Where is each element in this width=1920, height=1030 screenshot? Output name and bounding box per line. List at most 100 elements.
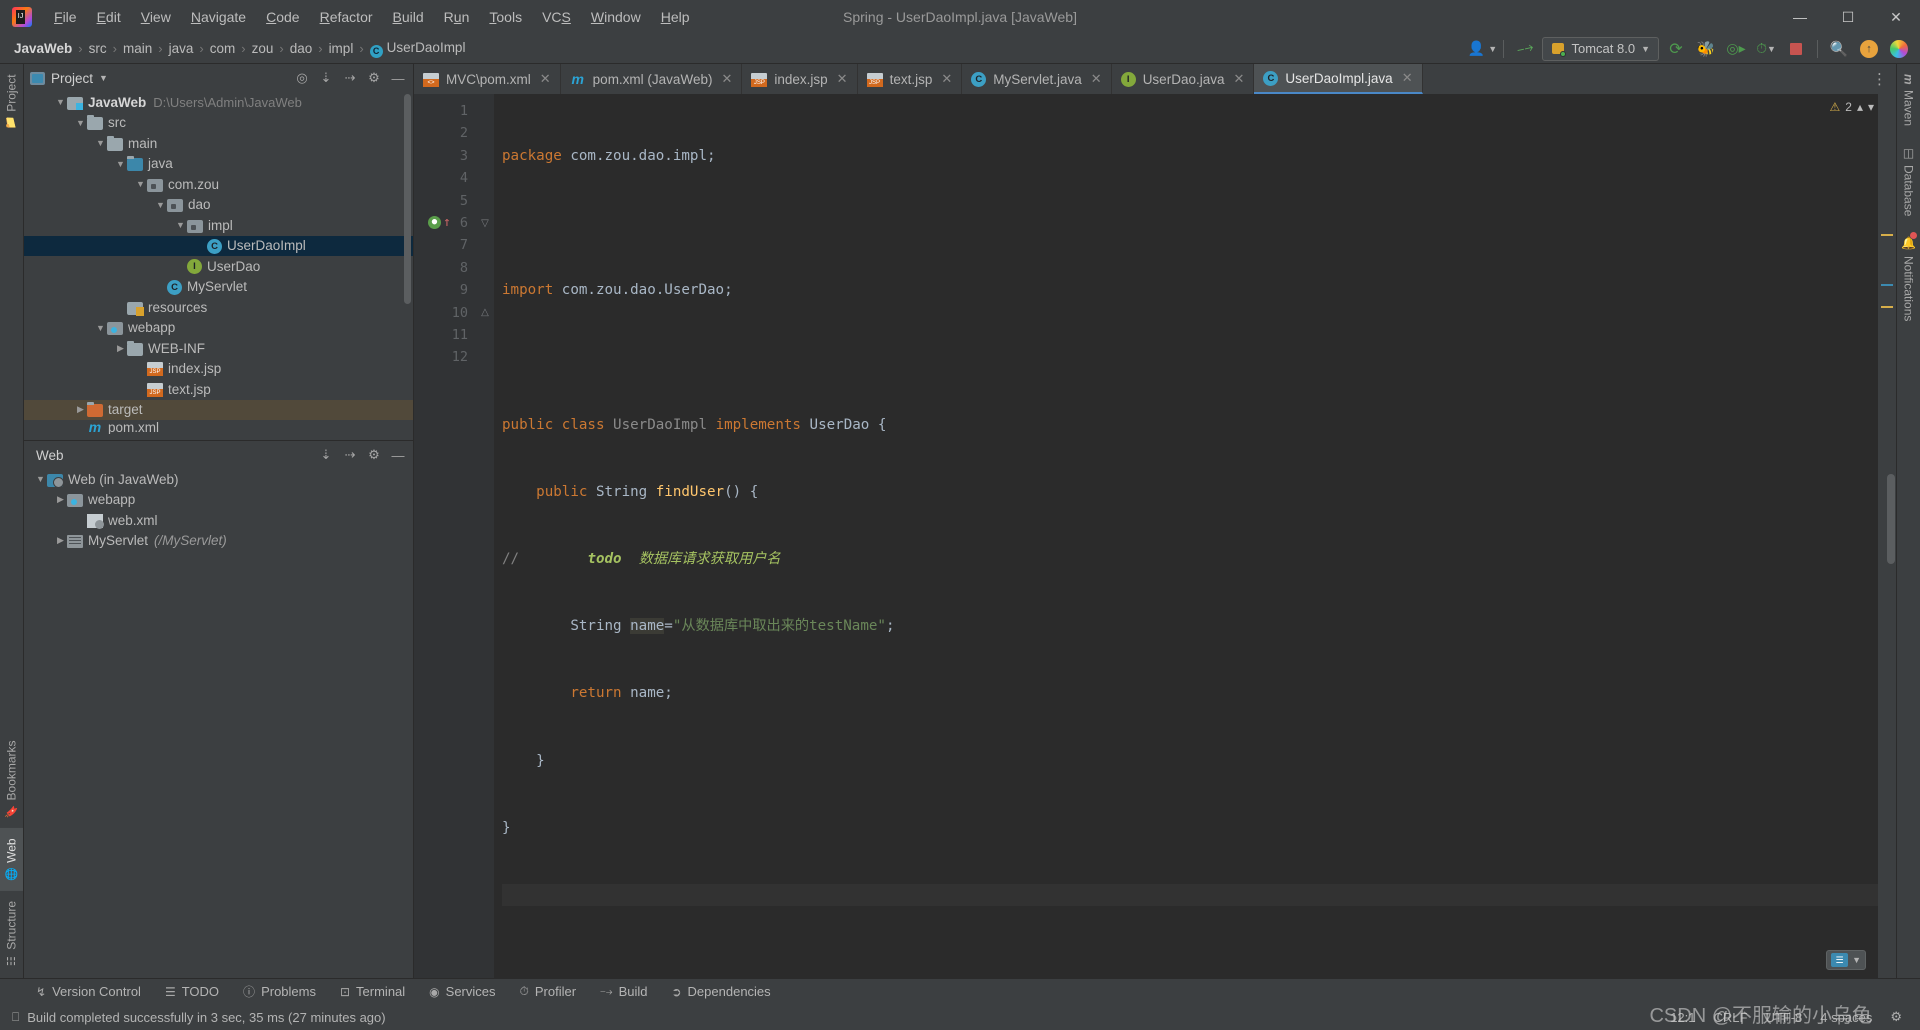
sidebar-item-maven[interactable]: m Maven	[1897, 64, 1920, 136]
tree-row-userdao[interactable]: I UserDao	[24, 256, 413, 277]
tab-myservlet-java[interactable]: C MyServlet.java ✕	[962, 64, 1112, 94]
chevron-right-icon[interactable]: ▶	[114, 343, 127, 354]
sidebar-item-project[interactable]: 📁 Project	[0, 64, 23, 140]
chevron-down-icon[interactable]: ▼	[1852, 955, 1861, 965]
close-icon[interactable]: ✕	[941, 71, 952, 87]
project-tree-scrollbar[interactable]	[404, 94, 411, 304]
menu-file[interactable]: File	[44, 5, 87, 29]
settings-gear-icon[interactable]: ⚙	[365, 70, 383, 86]
update-icon[interactable]: ↑	[1856, 37, 1882, 61]
chevron-down-icon[interactable]: ▼	[114, 159, 127, 169]
breadcrumb-item-zou[interactable]: zou	[248, 39, 278, 58]
inspection-widget[interactable]: ⚠ 2 ▴ ▾	[1829, 100, 1874, 114]
expand-all-icon[interactable]: ⇣	[317, 70, 335, 86]
tree-row-web-webapp[interactable]: ▶ webapp	[24, 490, 413, 511]
run-method-icon[interactable]: ●	[428, 215, 441, 229]
chevron-right-icon[interactable]: ▶	[74, 404, 87, 415]
bottom-button-profiler[interactable]: ⏱ Profiler	[508, 981, 589, 1002]
close-icon[interactable]: ✕	[1091, 71, 1102, 87]
bottom-button-services[interactable]: ◉ Services	[417, 981, 507, 1002]
bottom-button-todo[interactable]: ☰ TODO	[153, 981, 231, 1002]
editor-fold-gutter[interactable]: ▽ △	[476, 94, 494, 978]
tree-row-web-xml[interactable]: web.xml	[24, 510, 413, 531]
bottom-button-build[interactable]: ⤍ Build	[588, 981, 659, 1002]
bottom-button-problems[interactable]: ⓘ Problems	[231, 980, 328, 1003]
tree-row-web-myservlet[interactable]: ▶ MyServlet (/MyServlet)	[24, 531, 413, 552]
tree-row-text-jsp[interactable]: text.jsp	[24, 379, 413, 400]
tree-row-java[interactable]: ▼ java	[24, 154, 413, 175]
tab-pom-xml-javaweb[interactable]: m pom.xml (JavaWeb) ✕	[561, 64, 743, 94]
bottom-button-dependencies[interactable]: ➲ Dependencies	[659, 981, 782, 1002]
tree-row-target[interactable]: ▶ target	[24, 399, 413, 420]
chevron-down-icon[interactable]: ▾	[1868, 100, 1874, 114]
select-opened-file-icon[interactable]: ◎	[293, 70, 311, 86]
sidebar-item-bookmarks[interactable]: 🔖 Bookmarks	[0, 730, 23, 828]
tree-row-resources[interactable]: resources	[24, 297, 413, 318]
tree-row-webapp[interactable]: ▼ webapp	[24, 318, 413, 339]
chevron-down-icon[interactable]: ▼	[94, 323, 107, 333]
menu-run[interactable]: Run	[434, 5, 480, 29]
web-tree[interactable]: ▼ Web (in JavaWeb) ▶ webapp web.xml ▶ My…	[24, 469, 413, 978]
implementing-method-icon[interactable]: ↑	[443, 215, 451, 230]
menu-navigate[interactable]: Navigate	[181, 5, 256, 29]
breadcrumb-item-dao[interactable]: dao	[286, 39, 317, 58]
close-icon[interactable]: ✕	[540, 71, 551, 87]
menu-code[interactable]: Code	[256, 5, 309, 29]
tree-row-javaweb[interactable]: ▼ JavaWeb D:\Users\Admin\JavaWeb	[24, 92, 413, 113]
sidebar-item-database[interactable]: ◫ Database	[1897, 136, 1920, 226]
menu-edit[interactable]: Edit	[87, 5, 131, 29]
project-tree[interactable]: ▼ JavaWeb D:\Users\Admin\JavaWeb ▼ src ▼…	[24, 92, 413, 440]
tree-row-dao[interactable]: ▼ dao	[24, 195, 413, 216]
chevron-right-icon[interactable]: ▶	[54, 494, 67, 505]
profiler-icon[interactable]: ⏱ ▼	[1753, 37, 1779, 61]
sidebar-item-structure[interactable]: ☷ Structure	[0, 891, 23, 978]
settings-gear-icon[interactable]: ⚙	[365, 447, 383, 463]
editor-gutter[interactable]: 1 2 3 4 5 ● ↑ 6 7 8 9 10 11 12	[414, 94, 476, 978]
caret-position[interactable]: 12:1	[1670, 1010, 1695, 1025]
chevron-down-icon[interactable]: ▼	[54, 97, 67, 107]
menu-refactor[interactable]: Refactor	[310, 5, 383, 29]
tree-row-src[interactable]: ▼ src	[24, 113, 413, 134]
menu-view[interactable]: View	[131, 5, 181, 29]
menu-tools[interactable]: Tools	[479, 5, 532, 29]
menu-window[interactable]: Window	[581, 5, 651, 29]
run-configuration-selector[interactable]: Tomcat 8.0 ▼	[1542, 36, 1659, 61]
file-encoding[interactable]: UTF-8	[1765, 1010, 1802, 1025]
breadcrumb-item-com[interactable]: com	[206, 39, 240, 58]
menu-vcs[interactable]: VCS	[532, 5, 581, 29]
sidebar-item-notifications[interactable]: 🔔 Notifications	[1897, 226, 1920, 331]
tab-userdaoimpl-java[interactable]: C UserDaoImpl.java ✕	[1254, 64, 1423, 94]
chevron-down-icon[interactable]: ▼	[99, 73, 108, 83]
maximize-icon[interactable]: ☐	[1824, 0, 1872, 34]
close-icon[interactable]: ✕	[1402, 70, 1413, 86]
chevron-down-icon[interactable]: ▼	[174, 220, 187, 230]
tab-userdao-java[interactable]: I UserDao.java ✕	[1112, 64, 1255, 94]
chevron-up-icon[interactable]: ▴	[1857, 100, 1863, 114]
warning-stripe[interactable]	[1881, 306, 1893, 308]
bottom-button-version-control[interactable]: ↯ Version Control	[24, 981, 153, 1002]
tab-text-jsp[interactable]: text.jsp ✕	[858, 64, 963, 94]
menu-help[interactable]: Help	[651, 5, 700, 29]
breadcrumb-item-java[interactable]: java	[165, 39, 198, 58]
expand-all-icon[interactable]: ⇣	[317, 447, 335, 463]
tab-mvc-pom-xml[interactable]: MVC\pom.xml ✕	[414, 64, 561, 94]
chevron-down-icon[interactable]: ▼	[94, 138, 107, 148]
editor-mode-widget[interactable]: ☰ ▼	[1826, 950, 1866, 970]
bottom-button-terminal[interactable]: ⊡ Terminal	[328, 981, 417, 1002]
close-icon[interactable]: ✕	[837, 71, 848, 87]
run-with-coverage-icon[interactable]: ◎▸	[1723, 37, 1749, 61]
tree-row-web-facet[interactable]: ▼ Web (in JavaWeb)	[24, 469, 413, 490]
search-everywhere-icon[interactable]: 🔍	[1826, 37, 1852, 61]
menu-build[interactable]: Build	[383, 5, 434, 29]
breadcrumb-item-src[interactable]: src	[85, 39, 111, 58]
warning-stripe[interactable]	[1881, 234, 1893, 236]
editor-scrollbar[interactable]	[1887, 474, 1895, 564]
code-editor[interactable]: 1 2 3 4 5 ● ↑ 6 7 8 9 10 11 12 ▽ △ packa…	[414, 94, 1896, 978]
breadcrumb-item-main[interactable]: main	[119, 39, 156, 58]
hide-panel-icon[interactable]: —	[389, 71, 407, 86]
code-content[interactable]: package com.zou.dao.impl; import com.zou…	[494, 94, 1878, 978]
indent-setting[interactable]: 4 spaces	[1820, 1010, 1872, 1025]
debug-icon[interactable]: 🐝	[1693, 37, 1719, 61]
collapse-all-icon[interactable]: ⇢	[341, 447, 359, 463]
collapse-all-icon[interactable]: ⇢	[341, 70, 359, 86]
